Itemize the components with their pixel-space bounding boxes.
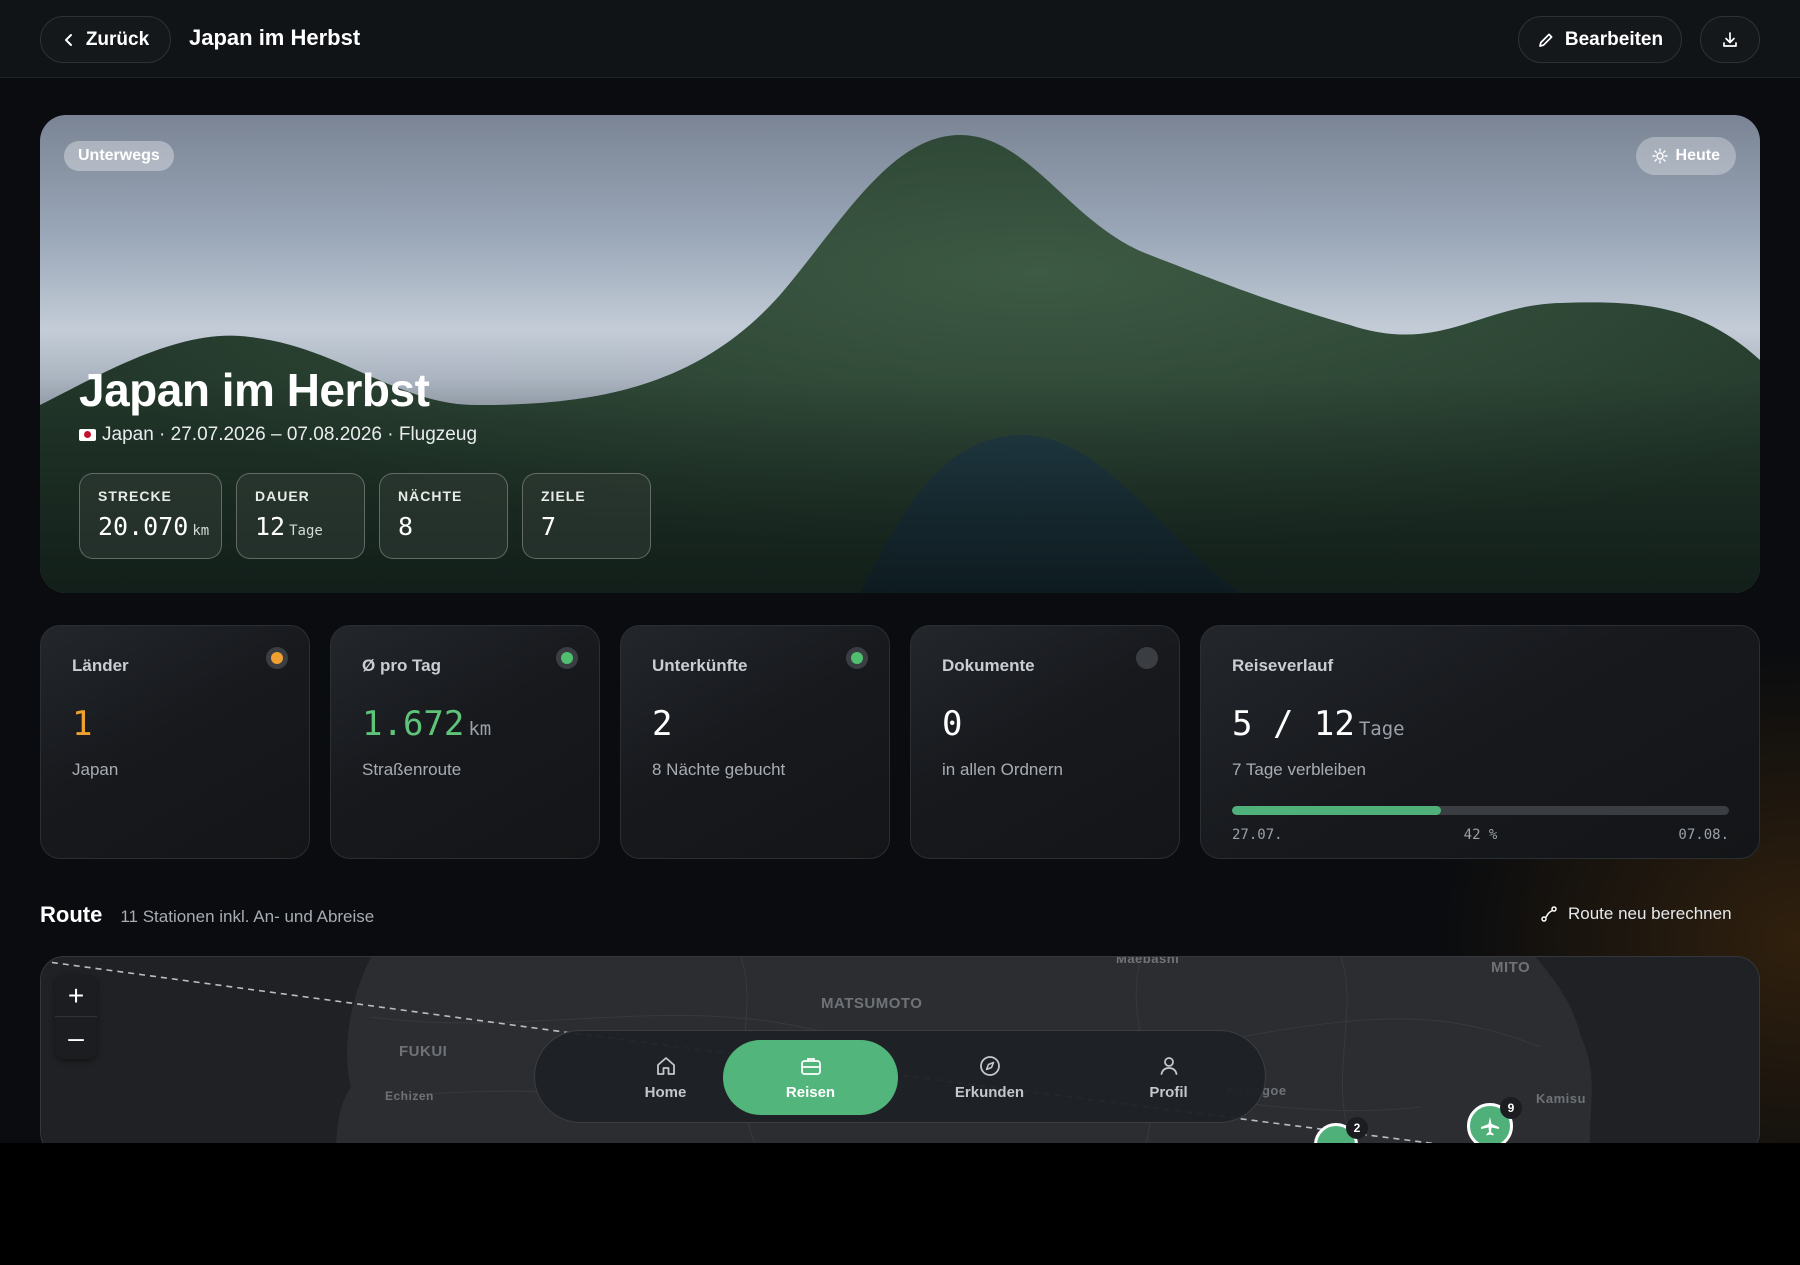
stat-value: 8 — [398, 512, 414, 541]
stat-label: NÄCHTE — [398, 488, 463, 504]
stat-value: 12 — [255, 512, 286, 541]
recalculate-route-button[interactable]: Route neu berechnen — [1540, 904, 1732, 924]
stat-destinations: ZIELE 7 — [522, 473, 651, 559]
sun-icon — [1651, 148, 1668, 164]
route-header: Route 11 Stationen inkl. An- und Abreise — [40, 902, 374, 928]
route-subtitle: 11 Stationen inkl. An- und Abreise — [120, 907, 375, 926]
nav-item-profile[interactable]: Profil — [1081, 1040, 1256, 1115]
card-title: Länder — [72, 656, 129, 675]
top-bar: Zurück Japan im Herbst Bearbeiten — [0, 0, 1800, 78]
edit-button[interactable]: Bearbeiten — [1518, 16, 1682, 63]
card-trip-progress[interactable]: Reiseverlauf 5 / 12 Tage 7 Tage verbleibe… — [1200, 625, 1760, 859]
bottom-navigation: Home Reisen Erkunden Profil — [534, 1030, 1266, 1123]
stat-label: STRECKE — [98, 488, 172, 504]
stat-label: ZIELE — [541, 488, 586, 504]
card-title: Dokumente — [942, 656, 1035, 675]
trip-title: Japan im Herbst — [79, 364, 430, 416]
download-button[interactable] — [1700, 16, 1760, 63]
status-dot — [1136, 647, 1158, 669]
map-label: Maebashi — [1116, 956, 1180, 966]
card-subtitle: 8 Nächte gebucht — [652, 760, 786, 779]
stat-value: 7 — [541, 512, 557, 541]
card-title: Reiseverlauf — [1232, 656, 1334, 675]
hero-stats: STRECKE 20.070 km DAUER 12 Tage NÄCHTE 8 Z… — [79, 473, 651, 559]
home-icon — [656, 1057, 675, 1075]
stat-unit: Tage — [289, 523, 323, 539]
nav-label: Reisen — [785, 1084, 836, 1101]
progress-labels: 27.07. 42 % 07.08. — [1232, 827, 1729, 843]
stat-distance: STRECKE 20.070 km — [79, 473, 222, 559]
card-per-day[interactable]: Ø pro Tag 1.672 km Straßenroute — [330, 625, 600, 859]
stat-unit: km — [192, 523, 210, 539]
status-dot — [556, 647, 578, 669]
map-label: Echizen — [385, 1089, 434, 1103]
card-value: 0 — [942, 704, 963, 744]
map-zoom-controls: + – — [55, 975, 97, 1059]
trip-hero: Unterwegs Heute Japan im Herbst Japan · … — [40, 115, 1760, 593]
card-value: 2 — [652, 704, 673, 744]
marker-count-badge: 2 — [1346, 1117, 1368, 1139]
back-button[interactable]: Zurück — [40, 16, 171, 63]
zoom-in-button[interactable]: + — [55, 975, 97, 1017]
marker-count-badge: 9 — [1500, 1097, 1522, 1119]
japan-flag-icon — [79, 429, 96, 441]
nav-item-trips[interactable]: Reisen — [723, 1040, 898, 1115]
chevron-left-icon — [64, 33, 72, 46]
map-label: MITO — [1491, 959, 1531, 976]
route-title: Route — [40, 902, 103, 927]
card-unit: Tage — [1358, 718, 1405, 740]
map-label: Kamisu — [1536, 1091, 1586, 1106]
pencil-icon — [1539, 33, 1553, 47]
progress-start-date: 27.07. — [1232, 827, 1283, 843]
today-button[interactable]: Heute — [1635, 137, 1736, 175]
edit-label: Bearbeiten — [1564, 28, 1664, 50]
stat-duration: DAUER 12 Tage — [236, 473, 365, 559]
progress-fill — [1232, 806, 1441, 815]
progress-end-date: 07.08. — [1678, 827, 1729, 843]
back-label: Zurück — [85, 28, 150, 50]
trip-detail-page: Zurück Japan im Herbst Bearbeiten Unterw… — [0, 0, 1800, 1143]
nav-item-explore[interactable]: Erkunden — [902, 1040, 1077, 1115]
card-subtitle: Straßenroute — [362, 760, 462, 779]
card-accommodations[interactable]: Unterkünfte 2 8 Nächte gebucht — [620, 625, 890, 859]
status-dot — [266, 647, 288, 669]
trip-subtitle: Japan · 27.07.2026 – 07.08.2026 · Flugze… — [79, 424, 477, 446]
card-countries[interactable]: Länder 1 Japan — [40, 625, 310, 859]
page-title: Japan im Herbst — [189, 25, 361, 50]
stat-label: DAUER — [255, 488, 310, 504]
stat-value: 20.070 — [98, 512, 189, 541]
download-icon — [1723, 31, 1737, 47]
today-label: Heute — [1675, 147, 1720, 164]
status-dot — [846, 647, 868, 669]
user-icon — [1160, 1057, 1177, 1075]
recalculate-label: Route neu berechnen — [1568, 904, 1732, 923]
card-value: 1.672 — [362, 704, 465, 744]
progress-days: 5 / 12 — [1232, 704, 1355, 744]
card-value: 1 — [72, 704, 93, 744]
trip-meta: Japan · 27.07.2026 – 07.08.2026 · Flugze… — [102, 424, 478, 445]
card-title: Unterkünfte — [652, 656, 748, 675]
compass-icon — [979, 1056, 1000, 1076]
briefcase-icon — [800, 1058, 821, 1075]
map-label: FUKUI — [399, 1043, 448, 1060]
status-badge: Unterwegs — [64, 141, 174, 171]
route-icon — [1541, 906, 1557, 922]
zoom-out-button[interactable]: – — [55, 1017, 97, 1059]
card-documents[interactable]: Dokumente 0 in allen Ordnern — [910, 625, 1180, 859]
progress-percent: 42 % — [1463, 827, 1498, 843]
progress-bar — [1232, 806, 1729, 815]
card-subtitle: 7 Tage verbleiben — [1232, 760, 1366, 779]
card-title: Ø pro Tag — [362, 656, 442, 675]
card-unit: km — [468, 718, 492, 740]
nav-label: Home — [644, 1084, 687, 1101]
nav-label: Profil — [1149, 1084, 1188, 1101]
airplane-icon — [1481, 1117, 1499, 1136]
nav-label: Erkunden — [954, 1084, 1025, 1101]
card-subtitle: in allen Ordnern — [942, 760, 1063, 779]
map-label: MATSUMOTO — [821, 995, 923, 1012]
stat-nights: NÄCHTE 8 — [379, 473, 508, 559]
card-subtitle: Japan — [72, 760, 119, 779]
